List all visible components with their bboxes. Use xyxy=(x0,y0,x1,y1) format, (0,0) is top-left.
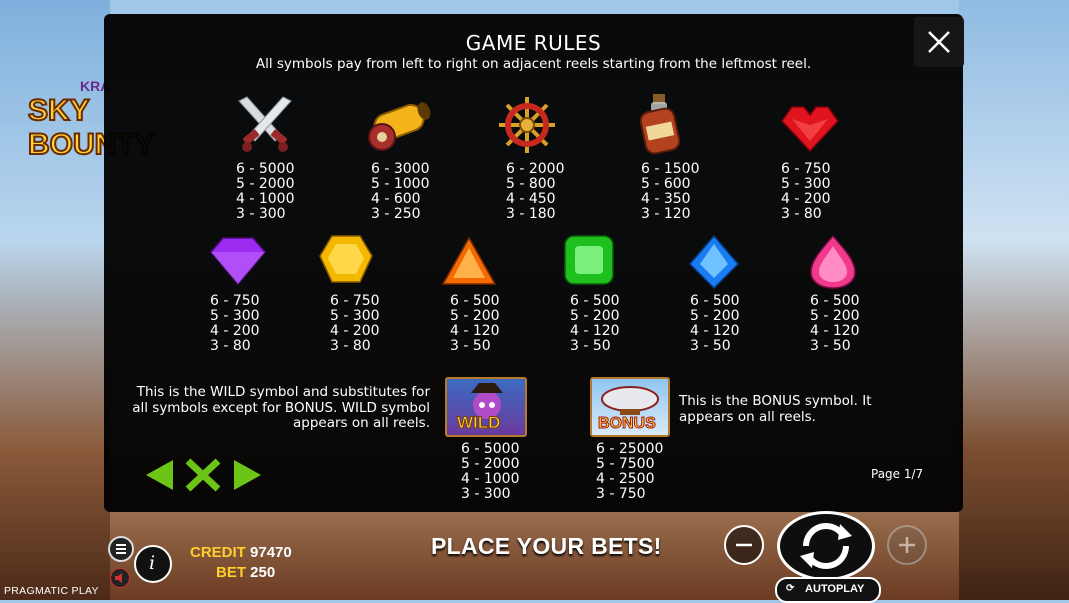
provider-logo: PRAGMATIC PLAY xyxy=(4,585,99,597)
paytable-red-heart-gem: 6 - 750 5 - 300 4 - 200 3 - 80 xyxy=(781,161,831,222)
autoplay-button[interactable]: ⟳ AUTOPLAY xyxy=(775,577,881,603)
orange-gem-icon xyxy=(441,236,497,285)
autoplay-label: AUTOPLAY xyxy=(805,583,865,595)
paytable-ship-wheel: 6 - 2000 5 - 800 4 - 450 3 - 180 xyxy=(506,161,565,222)
paytable-crossed-swords: 6 - 5000 5 - 2000 4 - 1000 3 - 300 xyxy=(236,161,295,222)
crossed-swords-icon xyxy=(238,96,292,152)
next-page-button[interactable] xyxy=(230,458,264,492)
rules-subtitle: All symbols pay from left to right on ad… xyxy=(255,56,812,72)
paytable-orange-gem: 6 - 500 5 - 200 4 - 120 3 - 50 xyxy=(450,293,500,354)
paytable-bonus: 6 - 25000 5 - 7500 4 - 2500 3 - 750 xyxy=(596,441,664,502)
wild-tile-label: WILD xyxy=(456,413,501,433)
info-icon: i xyxy=(149,552,156,574)
plus-icon xyxy=(899,537,915,553)
bet-value: 250 xyxy=(250,564,276,581)
wild-description: This is the WILD symbol and substitutes … xyxy=(132,384,430,431)
sound-button[interactable] xyxy=(110,568,130,588)
status-message: PLACE YOUR BETS! xyxy=(431,533,662,559)
rum-bottle-icon xyxy=(639,94,681,155)
cannon-icon xyxy=(368,102,431,151)
paytable-rum-bottle: 6 - 1500 5 - 600 4 - 350 3 - 120 xyxy=(641,161,700,222)
bonus-tile-label: BONUS xyxy=(598,415,657,433)
background-right xyxy=(959,0,1069,600)
x-icon xyxy=(185,458,221,492)
green-gem-icon xyxy=(564,235,614,285)
paytable-wild: 6 - 5000 5 - 2000 4 - 1000 3 - 300 xyxy=(461,441,520,502)
paytable-cannon: 6 - 3000 5 - 1000 4 - 600 3 - 250 xyxy=(371,161,430,222)
yellow-gem-icon xyxy=(319,235,373,283)
paytable-pink-gem: 6 - 500 5 - 200 4 - 120 3 - 50 xyxy=(810,293,860,354)
hamburger-icon xyxy=(116,544,126,554)
wild-symbol-tile: WILD xyxy=(445,377,527,437)
rules-title: GAME RULES xyxy=(465,31,602,55)
bonus-description: This is the BONUS symbol. It appears on … xyxy=(679,393,872,425)
menu-button[interactable] xyxy=(108,536,134,562)
ship-wheel-icon xyxy=(499,97,555,153)
info-button[interactable]: i xyxy=(134,545,172,583)
paytable-green-gem: 6 - 500 5 - 200 4 - 120 3 - 50 xyxy=(570,293,620,354)
previous-page-button[interactable] xyxy=(143,458,177,492)
credit-display: CREDIT 97470 xyxy=(190,544,292,561)
purple-gem-icon xyxy=(210,237,266,286)
credit-value: 97470 xyxy=(250,544,292,561)
spin-button[interactable] xyxy=(777,511,875,581)
autoplay-icon: ⟳ xyxy=(786,583,795,594)
paytable-yellow-gem: 6 - 750 5 - 300 4 - 200 3 - 80 xyxy=(330,293,380,354)
bet-display: BET 250 xyxy=(216,564,275,581)
red-heart-gem-icon xyxy=(781,106,839,153)
paytable-blue-gem: 6 - 500 5 - 200 4 - 120 3 - 50 xyxy=(690,293,740,354)
pink-gem-icon xyxy=(810,234,856,289)
bonus-symbol-tile: BONUS xyxy=(590,377,670,437)
page-indicator: Page 1/7 xyxy=(871,467,924,481)
speaker-icon xyxy=(115,573,122,583)
close-rules-x-button[interactable] xyxy=(184,458,222,492)
decrease-bet-button[interactable] xyxy=(724,525,764,565)
increase-bet-button[interactable] xyxy=(887,525,927,565)
credit-label: CREDIT xyxy=(190,544,246,561)
paytable-purple-gem: 6 - 750 5 - 300 4 - 200 3 - 80 xyxy=(210,293,260,354)
spin-arrows-icon xyxy=(800,523,852,569)
minus-icon xyxy=(736,543,752,547)
blue-gem-icon xyxy=(688,234,740,290)
bet-label: BET xyxy=(216,564,246,581)
